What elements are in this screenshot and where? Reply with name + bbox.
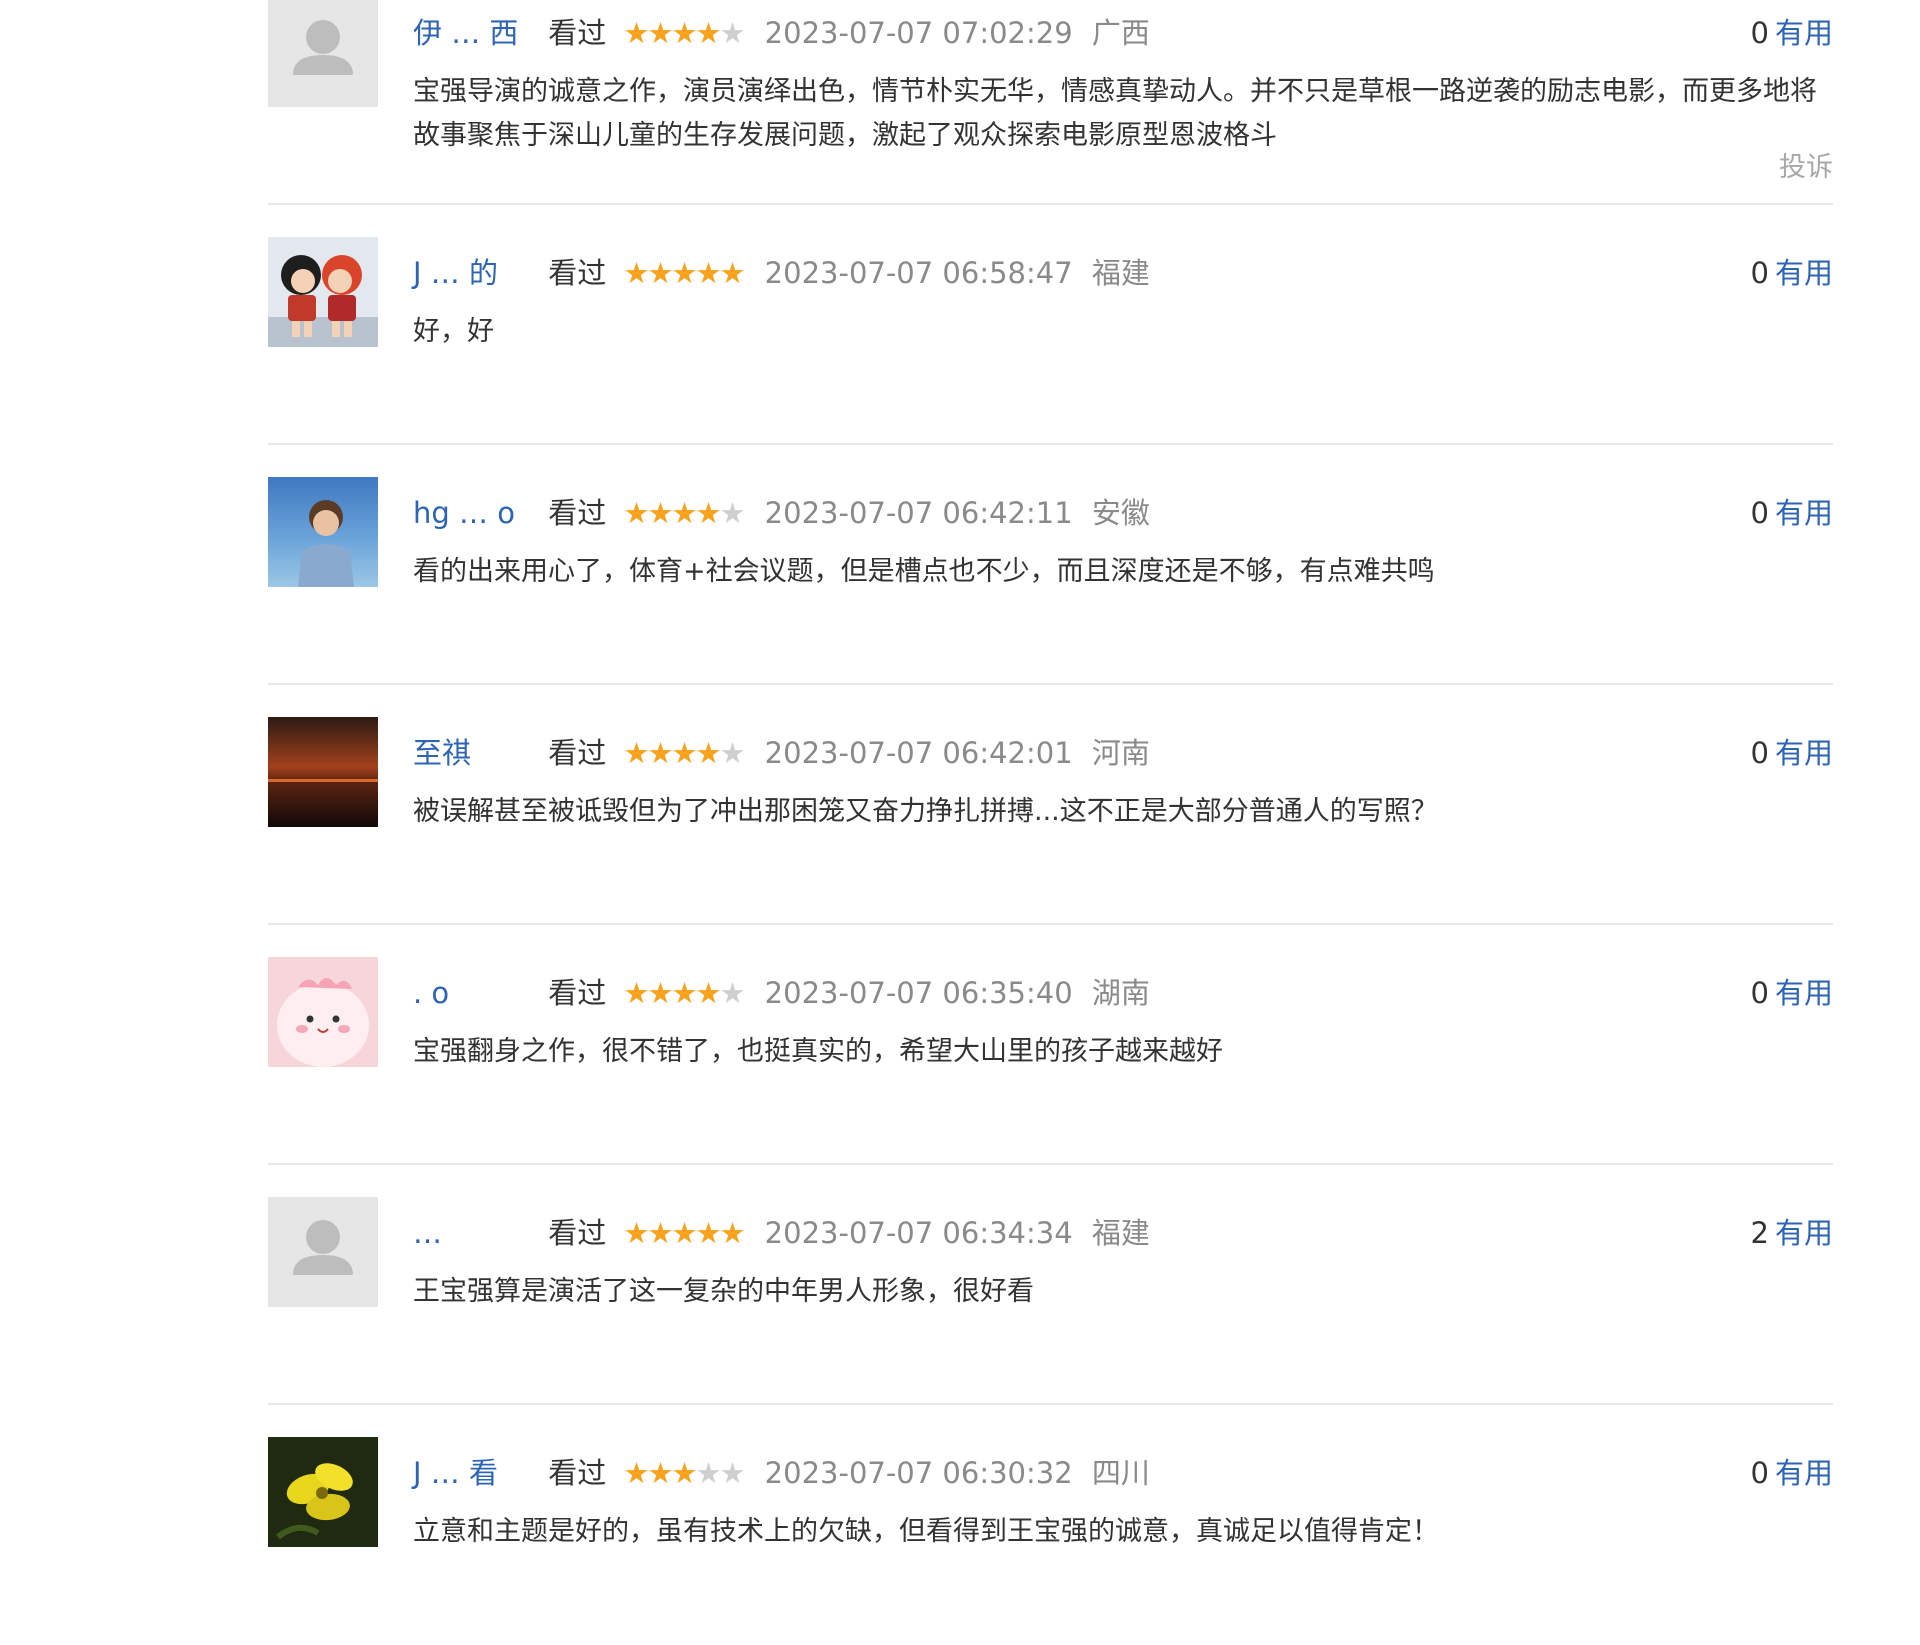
review-content: 王宝强算是演活了这一复杂的中年男人形象，很好看 (413, 1276, 1034, 1307)
useful-button[interactable]: 2 有用 (1751, 1213, 1833, 1253)
review-region: 四川 (1091, 1456, 1150, 1490)
pink-cartoon-avatar-icon (268, 957, 378, 1067)
useful-label: 有用 (1774, 976, 1833, 1010)
review-meta: hg … o 看过 ★★★★★ 2023-07-07 06:42:11 安徽 (413, 493, 1833, 533)
flower-avatar-icon (268, 1437, 378, 1547)
watched-label: 看过 (548, 736, 607, 770)
watched-label: 看过 (548, 976, 607, 1010)
review-item: 至祺 看过 ★★★★★ 2023-07-07 06:42:01 河南 0 有用 被… (268, 685, 1833, 925)
review-region: 湖南 (1091, 976, 1150, 1010)
review-content: 好，好 (413, 316, 494, 347)
review-time: 2023-07-07 06:35:40 (764, 976, 1073, 1010)
review-meta: J … 看 看过 ★★★★★ 2023-07-07 06:30:32 四川 (413, 1453, 1833, 1493)
review-meta: J … 的 看过 ★★★★★ 2023-07-07 06:58:47 福建 (413, 253, 1833, 293)
username-link[interactable]: 伊 … 西 (413, 13, 533, 53)
useful-button[interactable]: 0 有用 (1751, 253, 1833, 293)
avatar[interactable] (268, 237, 378, 347)
username-link[interactable]: . o (413, 973, 533, 1013)
rating-stars: ★★★★★ (623, 256, 745, 290)
useful-label: 有用 (1774, 1216, 1833, 1250)
cartoon-avatar-icon (268, 237, 378, 347)
review-item: 伊 … 西 看过 ★★★★★ 2023-07-07 07:02:29 广西 0有… (268, 0, 1833, 205)
review-time: 2023-07-07 06:34:34 (764, 1216, 1073, 1250)
watched-label: 看过 (548, 16, 607, 50)
useful-label: 有用 (1774, 736, 1833, 770)
username-link[interactable]: hg … o (413, 493, 533, 533)
watched-label: 看过 (548, 256, 607, 290)
useful-label: 有用 (1774, 256, 1833, 290)
avatar[interactable] (268, 0, 378, 107)
photo-avatar-icon (268, 477, 378, 587)
review-region: 福建 (1091, 256, 1150, 290)
rating-stars: ★★★★★ (623, 736, 745, 770)
useful-button[interactable]: 0 有用 (1751, 733, 1833, 773)
rating-stars: ★★★★★ (623, 496, 745, 530)
useful-button[interactable]: 0 有用 (1751, 973, 1833, 1013)
useful-count: 0 (1750, 256, 1769, 290)
watched-label: 看过 (548, 1216, 607, 1250)
review-content: 宝强翻身之作，很不错了，也挺真实的，希望大山里的孩子越来越好 (413, 1036, 1223, 1067)
report-button[interactable]: 投诉 (1779, 145, 1833, 184)
avatar[interactable] (268, 957, 378, 1067)
useful-count: 0 (1750, 496, 1769, 530)
rating-stars: ★★★★★ (623, 1216, 745, 1250)
review-content: 被误解甚至被诋毁但为了冲出那困笼又奋力挣扎拼搏...这不正是大部分普通人的写照？ (413, 796, 1438, 827)
rating-stars: ★★★★★ (623, 976, 745, 1010)
review-list: 伊 … 西 看过 ★★★★★ 2023-07-07 07:02:29 广西 0有… (268, 0, 1833, 1645)
review-region: 广西 (1091, 16, 1150, 50)
review-item: hg … o 看过 ★★★★★ 2023-07-07 06:42:11 安徽 0… (268, 445, 1833, 685)
useful-label: 有用 (1774, 1456, 1833, 1490)
avatar[interactable] (268, 1437, 378, 1547)
review-time: 2023-07-07 06:42:11 (764, 496, 1073, 530)
review-time: 2023-07-07 06:58:47 (764, 256, 1073, 290)
watched-label: 看过 (548, 1456, 607, 1490)
review-time: 2023-07-07 06:30:32 (764, 1456, 1073, 1490)
username-link[interactable]: … (413, 1213, 533, 1253)
username-link[interactable]: J … 看 (413, 1453, 533, 1493)
useful-button[interactable]: 0 有用 (1751, 493, 1833, 533)
default-avatar-icon (268, 0, 378, 107)
review-content: 看的出来用心了，体育+社会议题，但是槽点也不少，而且深度还是不够，有点难共鸣 (413, 556, 1435, 587)
avatar[interactable] (268, 1197, 378, 1307)
default-avatar-icon (268, 1197, 378, 1307)
avatar[interactable] (268, 477, 378, 587)
review-region: 福建 (1091, 1216, 1150, 1250)
review-content: 宝强导演的诚意之作，演员演绎出色，情节朴实无华，情感真挚动人。并不只是草根一路逆… (413, 76, 1817, 151)
review-region: 河南 (1091, 736, 1150, 770)
review-time: 2023-07-07 07:02:29 (764, 16, 1073, 50)
username-link[interactable]: J … 的 (413, 253, 533, 293)
review-item: J … 的 看过 ★★★★★ 2023-07-07 06:58:47 福建 0有… (268, 205, 1833, 445)
review-time: 2023-07-07 06:42:01 (764, 736, 1073, 770)
useful-button[interactable]: 0 有用 (1751, 13, 1833, 53)
useful-count: 2 (1750, 1216, 1769, 1250)
username-link[interactable]: 至祺 (413, 733, 533, 773)
useful-count: 0 (1750, 976, 1769, 1010)
rating-stars: ★★★★★ (623, 16, 745, 50)
review-region: 安徽 (1091, 496, 1150, 530)
review-meta: … 看过 ★★★★★ 2023-07-07 06:34:34 福建 (413, 1213, 1833, 1253)
review-content: 立意和主题是好的，虽有技术上的欠缺，但看得到王宝强的诚意，真诚足以值得肯定！ (413, 1516, 1439, 1547)
review-meta: 伊 … 西 看过 ★★★★★ 2023-07-07 07:02:29 广西 (413, 13, 1833, 53)
review-item: J … 看 看过 ★★★★★ 2023-07-07 06:30:32 四川 0有… (268, 1405, 1833, 1645)
useful-label: 有用 (1774, 16, 1833, 50)
review-meta: . o 看过 ★★★★★ 2023-07-07 06:35:40 湖南 (413, 973, 1833, 1013)
review-item: … 看过 ★★★★★ 2023-07-07 06:34:34 福建 2 有用 王宝… (268, 1165, 1833, 1405)
watched-label: 看过 (548, 496, 607, 530)
review-meta: 至祺 看过 ★★★★★ 2023-07-07 06:42:01 河南 (413, 733, 1833, 773)
useful-count: 0 (1750, 1456, 1769, 1490)
useful-count: 0 (1750, 16, 1769, 50)
useful-label: 有用 (1774, 496, 1833, 530)
useful-count: 0 (1750, 736, 1769, 770)
useful-button[interactable]: 0 有用 (1751, 1453, 1833, 1493)
rating-stars: ★★★★★ (623, 1456, 745, 1490)
sunset-avatar-icon (268, 717, 378, 827)
review-item: . o 看过 ★★★★★ 2023-07-07 06:35:40 湖南 0 有用 … (268, 925, 1833, 1165)
avatar[interactable] (268, 717, 378, 827)
